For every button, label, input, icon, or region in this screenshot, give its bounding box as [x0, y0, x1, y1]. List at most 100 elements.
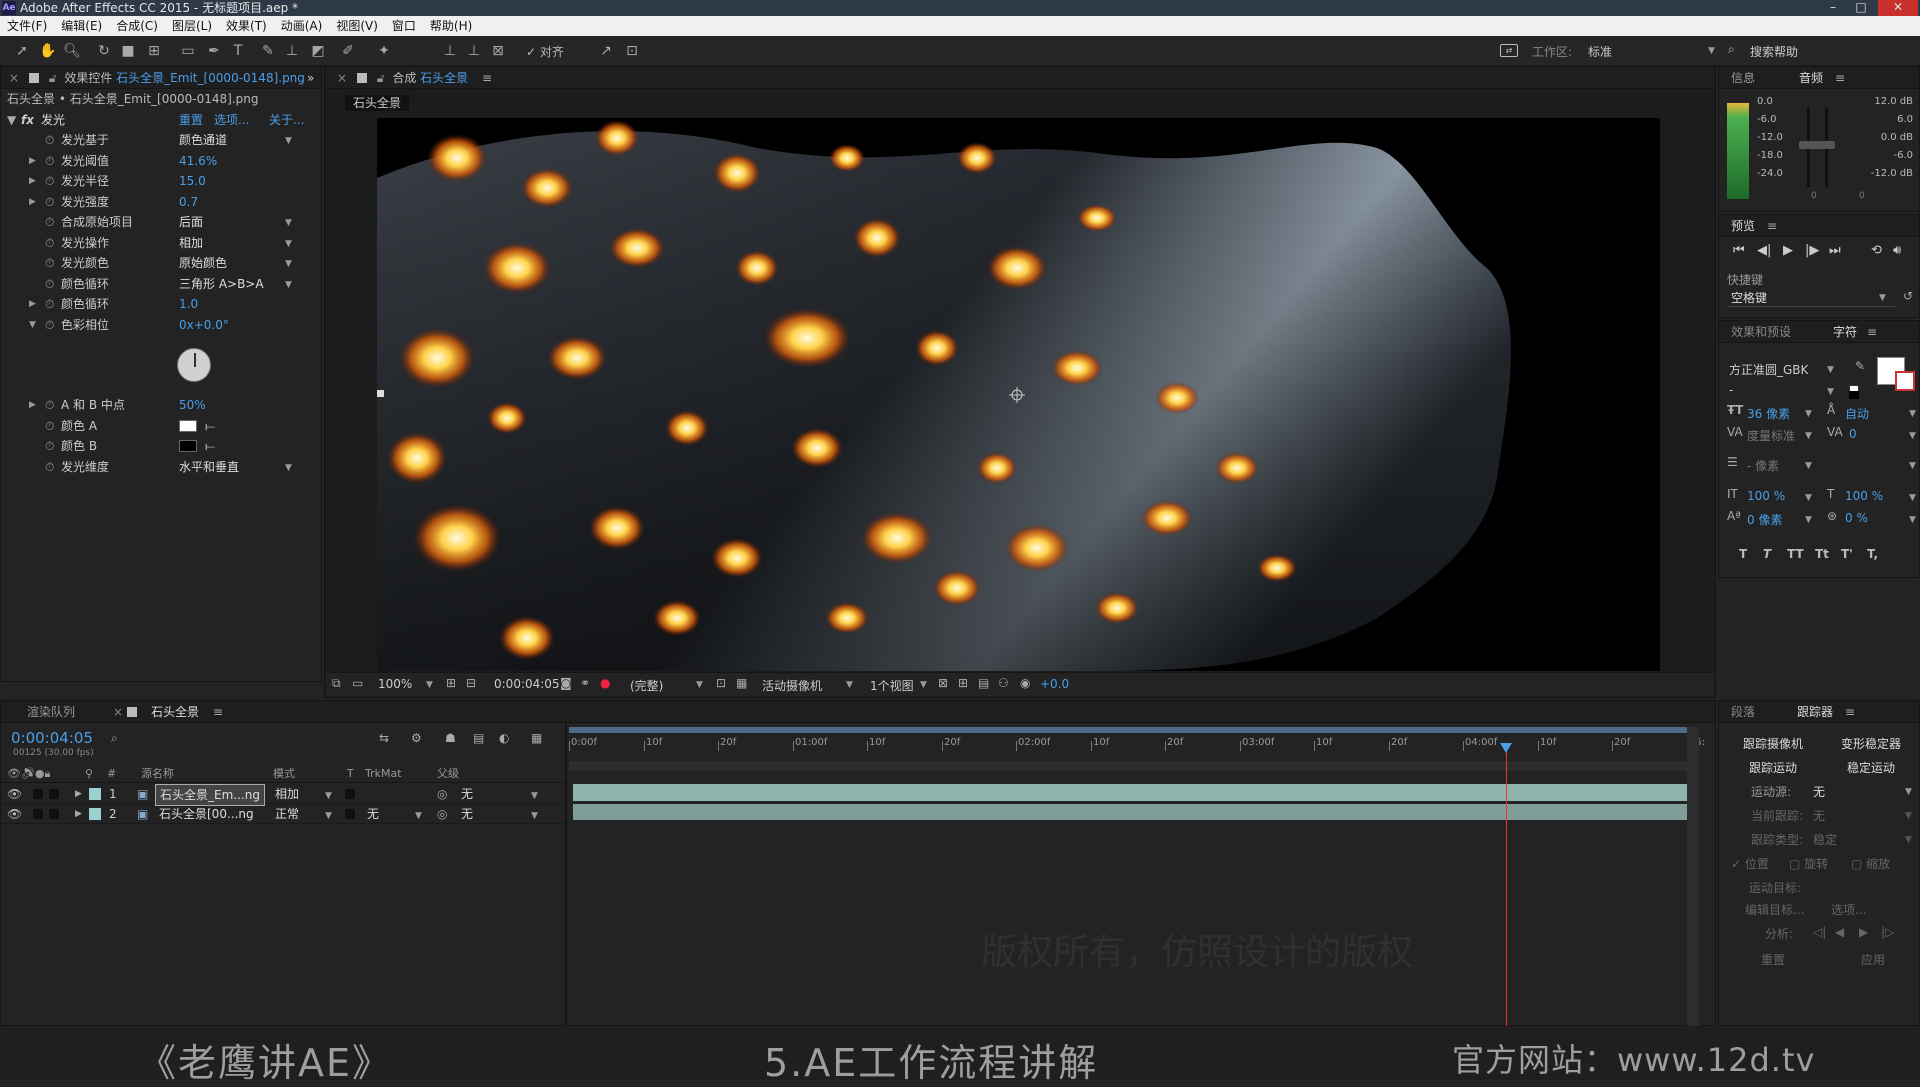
twirl-icon[interactable]: ▶ — [29, 171, 36, 191]
layer-mode[interactable]: 正常 — [275, 804, 299, 824]
fast-preview-icon[interactable]: ⊞ — [958, 676, 968, 690]
eye-icon[interactable]: 👁︎ — [7, 784, 22, 804]
color-a-swatch[interactable] — [179, 419, 197, 432]
tracker-reset-button[interactable]: 重置 — [1761, 951, 1785, 968]
stopwatch-icon[interactable]: ⏱ — [45, 315, 54, 335]
menu-animation[interactable]: 动画(A) — [274, 16, 330, 36]
tab-tracker[interactable]: 跟踪器 — [1797, 701, 1833, 723]
superscript-button[interactable]: T' — [1841, 547, 1853, 561]
playhead-handle[interactable] — [1500, 743, 1512, 753]
property-value[interactable]: 0.7 — [179, 192, 198, 212]
stopwatch-icon[interactable]: ⏱ — [45, 294, 54, 314]
analyze-forward-frame-icon[interactable]: |▷ — [1881, 925, 1894, 939]
baseline-dropdown-icon[interactable]: ▼ — [1805, 515, 1812, 525]
dropdown-arrow-icon[interactable]: ▼ — [285, 234, 292, 254]
property-value[interactable]: 15.0 — [179, 171, 206, 191]
horizontal-scale-value[interactable]: 100 % — [1845, 489, 1883, 503]
label-color-box[interactable] — [89, 788, 101, 800]
mute-audio-icon[interactable]: 🔊︎ — [1893, 243, 1901, 258]
font-family-select[interactable]: 方正准圆_GBK — [1729, 361, 1808, 378]
show-snapshot-icon[interactable]: ⚭ — [580, 676, 590, 690]
effect-property-row[interactable]: ⏱ 发光基于 颜色通道 ▼ — [1, 130, 321, 151]
tracker-options-button[interactable]: 选项... — [1831, 901, 1866, 918]
work-area-range[interactable] — [569, 727, 1693, 733]
hamburger-icon[interactable]: ≡ — [1867, 321, 1877, 343]
type-tool-icon[interactable]: T — [228, 41, 248, 61]
snap-feather-icon[interactable]: ⊡ — [622, 41, 642, 61]
tab-character[interactable]: 字符 — [1833, 321, 1857, 343]
timeline-right-scroll[interactable] — [1687, 727, 1699, 1027]
motion-blur-icon[interactable]: ◐ — [499, 731, 509, 745]
options-link[interactable]: 选项... — [214, 110, 249, 130]
puppet-pin-tool-icon[interactable]: ✦ — [374, 41, 394, 61]
selection-tool-icon[interactable]: ➚ — [12, 41, 32, 61]
effect-property-row[interactable]: ▶ ⏱ 发光半径 15.0 — [1, 171, 321, 192]
resolution-dropdown-icon[interactable]: ▼ — [696, 680, 703, 690]
property-dropdown[interactable]: 相加 — [179, 233, 203, 253]
effect-property-row[interactable]: ▶ ⏱ 发光强度 0.7 — [1, 192, 321, 213]
exposure-reset-icon[interactable]: ◉ — [1020, 676, 1030, 690]
trkmat-dropdown-icon[interactable]: ▼ — [415, 806, 422, 826]
tab-paragraph[interactable]: 段落 — [1731, 701, 1755, 723]
layer-name[interactable]: 石头全景[00...ng — [155, 804, 258, 824]
faux-italic-button[interactable]: T — [1763, 547, 1771, 561]
effect-property-row[interactable]: ▼ ⏱ 色彩相位 0x+0.0° — [1, 315, 321, 336]
draft-3d-icon[interactable]: ⚙ — [411, 731, 422, 745]
eraser-tool-icon[interactable]: ◩ — [308, 41, 328, 61]
dropdown-arrow-icon[interactable]: ▼ — [285, 275, 292, 295]
close-tab-icon[interactable]: × — [337, 71, 347, 85]
source-name-header[interactable]: 源名称 — [141, 765, 174, 783]
layer-parent[interactable]: 无 — [461, 784, 473, 804]
stopwatch-icon[interactable]: ⏱ — [45, 212, 54, 232]
tab-info[interactable]: 信息 — [1731, 67, 1755, 89]
layer-trkmat[interactable]: 无 — [367, 804, 379, 824]
always-preview-icon[interactable]: ⧉ — [332, 676, 341, 691]
pickwhip-icon[interactable]: ◎ — [437, 784, 447, 804]
small-caps-button[interactable]: Tt — [1815, 547, 1829, 561]
playhead-line[interactable] — [1506, 745, 1507, 1027]
layer-mode[interactable]: 相加 — [275, 784, 299, 804]
camera-tool-icon[interactable]: ■ — [118, 41, 138, 61]
effect-property-row[interactable]: ▶ ⏱ 发光阈值 41.6% — [1, 151, 321, 172]
brush-tool-icon[interactable]: ✎ — [258, 41, 278, 61]
leading-value[interactable]: 自动 — [1845, 405, 1869, 422]
reset-shortcut-icon[interactable]: ↺ — [1903, 289, 1913, 303]
close-tab-icon[interactable]: × — [9, 71, 19, 85]
stopwatch-icon[interactable]: ⏱ — [45, 274, 54, 294]
font-style-dropdown-icon[interactable]: ▼ — [1827, 387, 1834, 397]
preserve-transparency-box[interactable] — [345, 789, 355, 799]
solo-box[interactable] — [33, 809, 43, 819]
camera-dropdown-icon[interactable]: ▼ — [846, 680, 853, 690]
close-icon[interactable]: ✕ — [1878, 0, 1918, 16]
dropdown-arrow-icon[interactable]: ▼ — [285, 213, 292, 233]
mode-dropdown-icon[interactable]: ▼ — [325, 786, 332, 806]
minimize-icon[interactable]: – — [1820, 0, 1846, 16]
workspace-value[interactable]: 标准 — [1588, 43, 1612, 60]
font-dropdown-icon[interactable]: ▼ — [1827, 365, 1834, 375]
effect-property-row[interactable]: ⏱ 颜色循环 三角形 A>B>A ▼ — [1, 274, 321, 295]
shortcut-select[interactable]: 空格键 — [1727, 289, 1895, 307]
layer-bar-1[interactable] — [573, 784, 1689, 801]
stopwatch-icon[interactable]: ⏱ — [45, 457, 54, 477]
camera-select[interactable]: 活动摄像机 — [762, 677, 822, 694]
motion-source-select[interactable]: 无 — [1813, 783, 1825, 800]
about-link[interactable]: 关于... — [269, 110, 304, 130]
menu-view[interactable]: 视图(V) — [329, 16, 385, 36]
stopwatch-icon[interactable]: ⏱ — [45, 436, 54, 456]
tracking-dropdown-icon[interactable]: ▼ — [1909, 431, 1916, 441]
rectangle-tool-icon[interactable]: ▭ — [178, 41, 198, 61]
font-size-value[interactable]: 36 像素 — [1747, 405, 1790, 422]
table-row[interactable]: 👁︎ ▶ 2 ▣ 石头全景[00...ng 正常 ▼ 无 ▼ ◎ 无 ▼ — [1, 804, 567, 824]
axis-view-icon[interactable]: ⊠ — [488, 41, 508, 61]
leading-dropdown-icon[interactable]: ▼ — [1909, 409, 1916, 419]
region-icon[interactable]: ⊞ — [446, 676, 456, 690]
label-color-box[interactable] — [89, 808, 101, 820]
twirl-icon[interactable]: ▶ — [29, 151, 36, 171]
layer-parent[interactable]: 无 — [461, 804, 473, 824]
stopwatch-icon[interactable]: ⏱ — [45, 253, 54, 273]
audio-slider-thumb[interactable] — [1799, 141, 1835, 149]
subscript-button[interactable]: T, — [1867, 547, 1878, 561]
snap-option-icon[interactable]: ↗ — [596, 41, 616, 61]
views-select[interactable]: 1个视图 — [870, 677, 914, 694]
property-dropdown[interactable]: 原始颜色 — [179, 253, 227, 273]
